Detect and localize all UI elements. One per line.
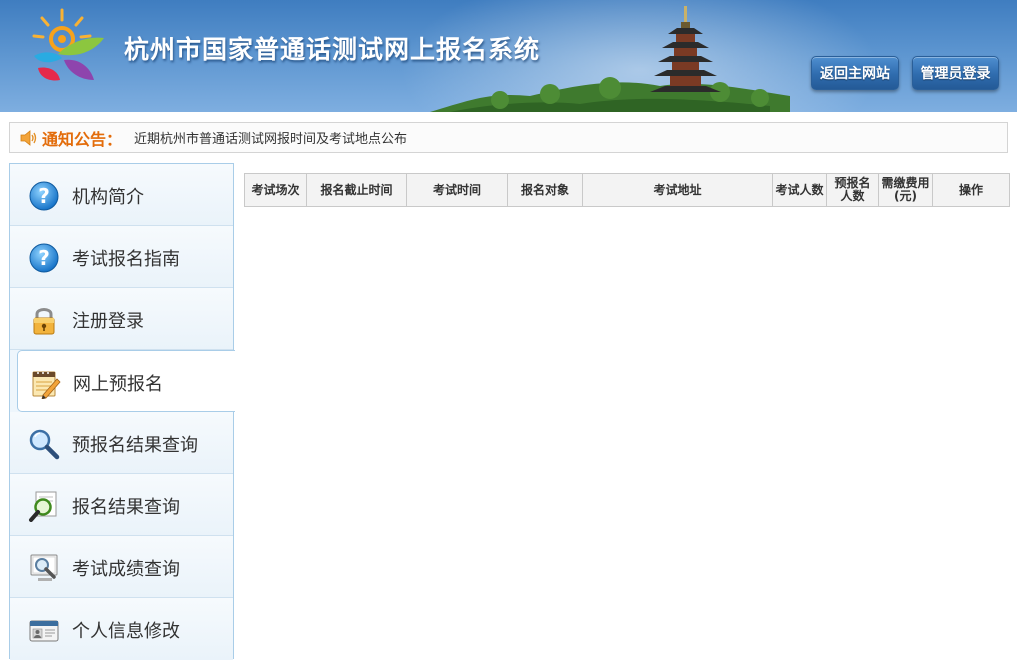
- sidebar-item-label: 网上预报名: [73, 374, 163, 395]
- back-to-main-site-button[interactable]: 返回主网站: [811, 56, 899, 90]
- table-header-row: 考试场次 报名截止时间 考试时间 报名对象 考试地址 考试人数 预报名人数 需缴…: [244, 173, 1010, 207]
- main-content: 考试场次 报名截止时间 考试时间 报名对象 考试地址 考试人数 预报名人数 需缴…: [244, 173, 1010, 207]
- logo-icon[interactable]: [28, 6, 108, 88]
- sidebar-item-label: 个人信息修改: [72, 621, 180, 642]
- question-icon: ?: [29, 181, 59, 211]
- sidebar-item-online-preregister[interactable]: 网上预报名: [17, 350, 235, 412]
- magnifier-screen-icon: [30, 554, 58, 581]
- magnifier-icon: [29, 429, 60, 460]
- sidebar-item-label: 考试成绩查询: [72, 559, 180, 580]
- notepad-pencil-icon: [32, 371, 61, 399]
- sidebar-item-about[interactable]: ? 机构简介: [10, 164, 233, 226]
- magnifier-document-icon: [29, 491, 57, 522]
- notice-label: 通知公告：: [42, 129, 123, 149]
- notice-link[interactable]: 近期杭州市普通话测试网报时间及考试地点公布: [134, 128, 407, 147]
- column-header-address: 考试地址: [582, 173, 773, 207]
- question-icon: ?: [29, 243, 59, 273]
- pagoda-hill-illustration: [430, 6, 790, 112]
- sidebar-item-registration-result-query[interactable]: 报名结果查询: [10, 474, 233, 536]
- column-header-session: 考试场次: [244, 173, 307, 207]
- sidebar-item-label: 机构简介: [72, 187, 144, 208]
- sidebar-item-register-login[interactable]: 注册登录: [10, 288, 233, 350]
- svg-text:?: ?: [38, 246, 50, 270]
- column-header-deadline: 报名截止时间: [306, 173, 407, 207]
- sidebar-item-edit-personal-info[interactable]: 个人信息修改: [10, 598, 233, 660]
- sidebar-nav: ? 机构简介 ? 考试报名指南 注册登录 网上预报名 预报名结果查询 报名结果查…: [9, 163, 235, 660]
- site-header: 杭州市国家普通话测试网上报名系统 返回主网站 管理员登录: [0, 0, 1017, 112]
- column-header-fee: 需缴费用(元): [878, 173, 933, 207]
- sidebar-item-label: 注册登录: [72, 311, 144, 332]
- column-header-eligibility: 报名对象: [507, 173, 583, 207]
- notice-bar: 通知公告： 近期杭州市普通话测试网报时间及考试地点公布: [9, 122, 1008, 153]
- padlock-icon: [33, 308, 55, 335]
- column-header-action: 操作: [932, 173, 1010, 207]
- sidebar-item-exam-guide[interactable]: ? 考试报名指南: [10, 226, 233, 288]
- admin-login-button[interactable]: 管理员登录: [912, 56, 999, 90]
- pagoda-icon: [650, 6, 721, 92]
- column-header-exam-time: 考试时间: [406, 173, 508, 207]
- sidebar-item-label: 预报名结果查询: [72, 435, 198, 456]
- sidebar-item-label: 考试报名指南: [72, 249, 180, 270]
- speaker-icon: [20, 129, 37, 146]
- column-header-capacity: 考试人数: [772, 173, 827, 207]
- sidebar-item-prereg-result-query[interactable]: 预报名结果查询: [10, 412, 233, 474]
- sidebar-item-label: 报名结果查询: [72, 497, 180, 518]
- svg-text:?: ?: [38, 184, 50, 208]
- exam-session-table: 考试场次 报名截止时间 考试时间 报名对象 考试地址 考试人数 预报名人数 需缴…: [244, 173, 1010, 207]
- sidebar-item-score-query[interactable]: 考试成绩查询: [10, 536, 233, 598]
- id-card-icon: [29, 620, 59, 642]
- column-header-preregistered: 预报名人数: [826, 173, 879, 207]
